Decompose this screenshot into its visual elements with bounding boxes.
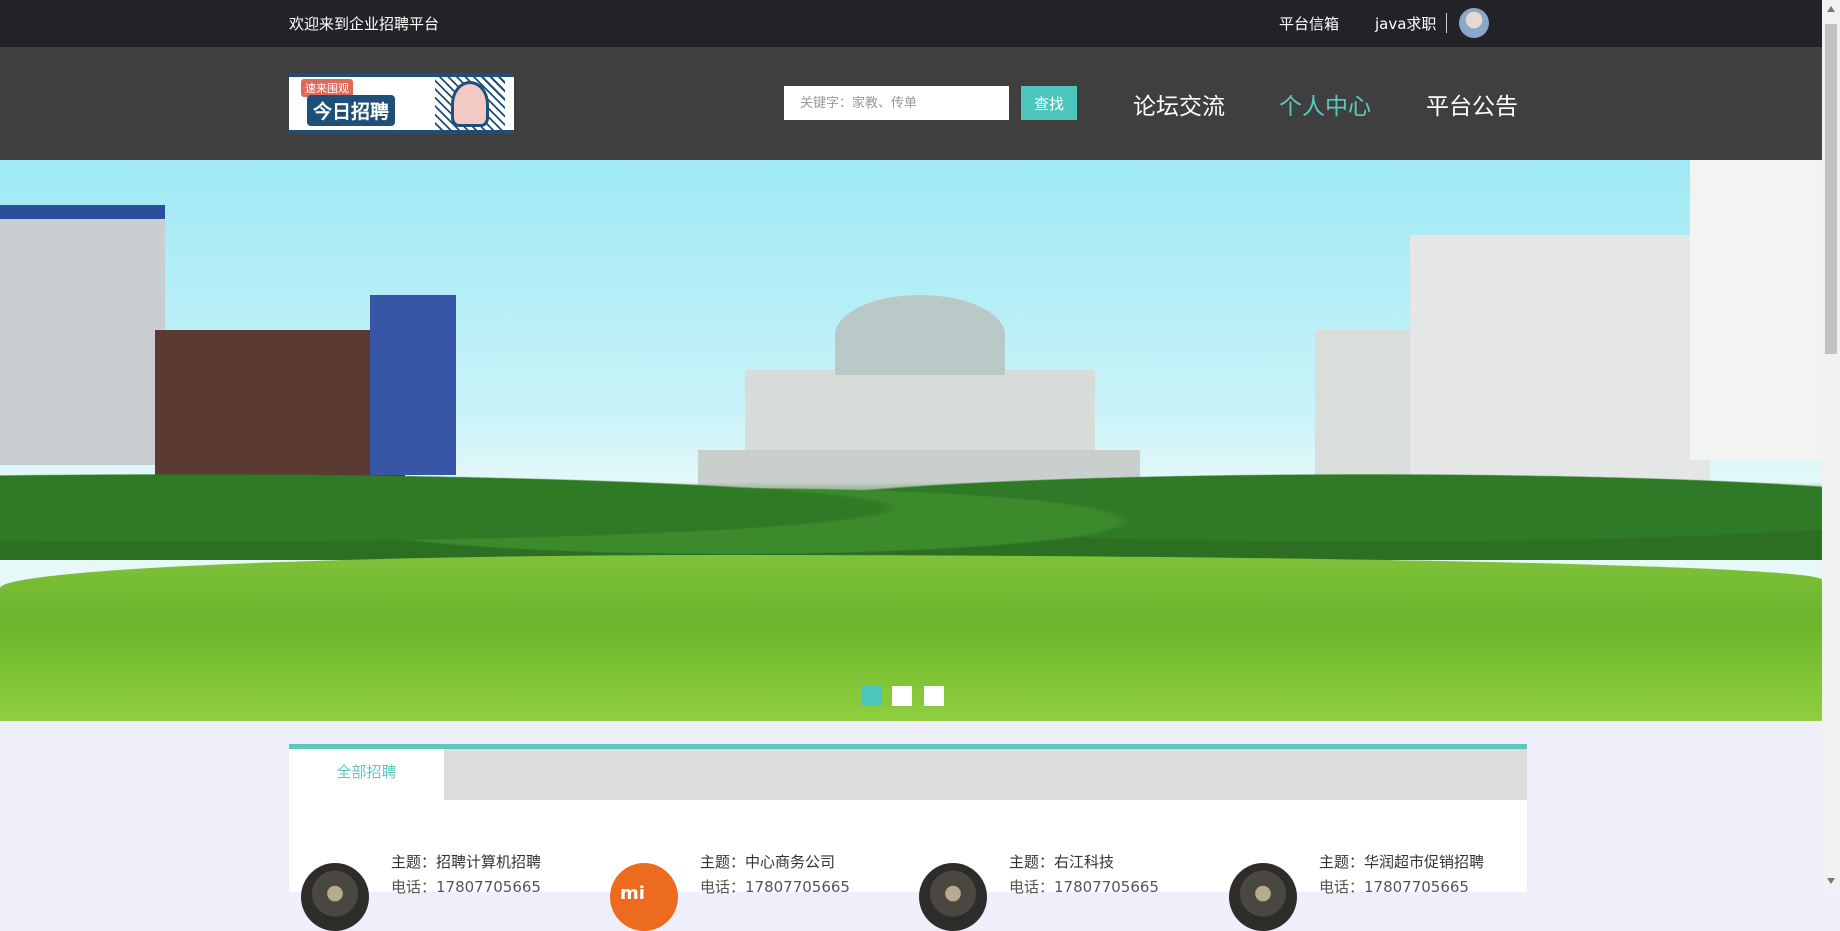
logo-figure-icon xyxy=(435,77,505,130)
logo-title: 今日招聘 xyxy=(307,95,396,126)
carousel-dot-2[interactable] xyxy=(892,686,912,706)
scroll-down-icon[interactable] xyxy=(1827,878,1835,884)
building-image xyxy=(0,205,165,465)
nav-announcements[interactable]: 平台公告 xyxy=(1426,87,1518,121)
carousel-dot-3[interactable] xyxy=(924,686,944,706)
username-link[interactable]: java求职 xyxy=(1375,13,1436,34)
job-phone: 电话：17807705665 xyxy=(391,878,541,896)
job-subject: 主题：华润超市促销招聘 xyxy=(1319,853,1485,871)
tab-all-jobs[interactable]: 全部招聘 xyxy=(289,749,444,800)
dome-image xyxy=(835,295,1005,375)
trees-image xyxy=(0,430,1822,560)
job-subject: 主题：中心商务公司 xyxy=(700,853,836,871)
header: 速来围观 今日招聘 查找 论坛交流 个人中心 平台公告 xyxy=(0,47,1822,160)
job-panel: 全部招聘 主题：招聘计算机招聘 电话：17807705665 主题：中心商务公司… xyxy=(289,744,1527,931)
scrollbar-thumb[interactable] xyxy=(1825,24,1837,354)
scroll-up-icon[interactable] xyxy=(1827,6,1835,12)
job-subject: 主题：招聘计算机招聘 xyxy=(391,853,542,871)
welcome-text: 欢迎来到企业招聘平台 xyxy=(289,15,440,33)
top-bar: 欢迎来到企业招聘平台 平台信箱 java求职 xyxy=(0,0,1822,47)
job-phone: 电话：17807705665 xyxy=(1009,878,1159,896)
avatar[interactable] xyxy=(1459,8,1489,38)
scrollbar[interactable] xyxy=(1822,0,1840,892)
company-avatar xyxy=(610,863,678,931)
company-avatar xyxy=(919,863,987,931)
mailbox-link[interactable]: 平台信箱 xyxy=(1279,13,1339,34)
job-subject: 主题：右江科技 xyxy=(1009,853,1115,871)
nav-personal-center[interactable]: 个人中心 xyxy=(1279,87,1371,121)
search-input[interactable] xyxy=(784,86,1009,120)
job-phone: 电话：17807705665 xyxy=(700,878,850,896)
divider xyxy=(1446,13,1447,33)
building-image xyxy=(1690,160,1822,460)
tab-bar: 全部招聘 xyxy=(289,749,1527,800)
company-avatar xyxy=(301,863,369,931)
job-card[interactable]: 主题：招聘计算机招聘 电话：17807705665 xyxy=(289,851,589,931)
company-avatar xyxy=(1229,863,1297,931)
nav-forum[interactable]: 论坛交流 xyxy=(1133,87,1225,121)
logo[interactable]: 速来围观 今日招聘 xyxy=(289,73,514,134)
search-button[interactable]: 查找 xyxy=(1021,86,1077,120)
job-card[interactable]: 主题：华润超市促销招聘 电话：17807705665 xyxy=(1217,851,1517,931)
job-phone: 电话：17807705665 xyxy=(1319,878,1469,896)
job-card[interactable]: 主题：中心商务公司 电话：17807705665 xyxy=(598,851,898,931)
carousel-dot-1[interactable] xyxy=(862,686,882,706)
banner-carousel[interactable] xyxy=(0,160,1822,721)
job-card[interactable]: 主题：右江科技 电话：17807705665 xyxy=(907,851,1207,931)
